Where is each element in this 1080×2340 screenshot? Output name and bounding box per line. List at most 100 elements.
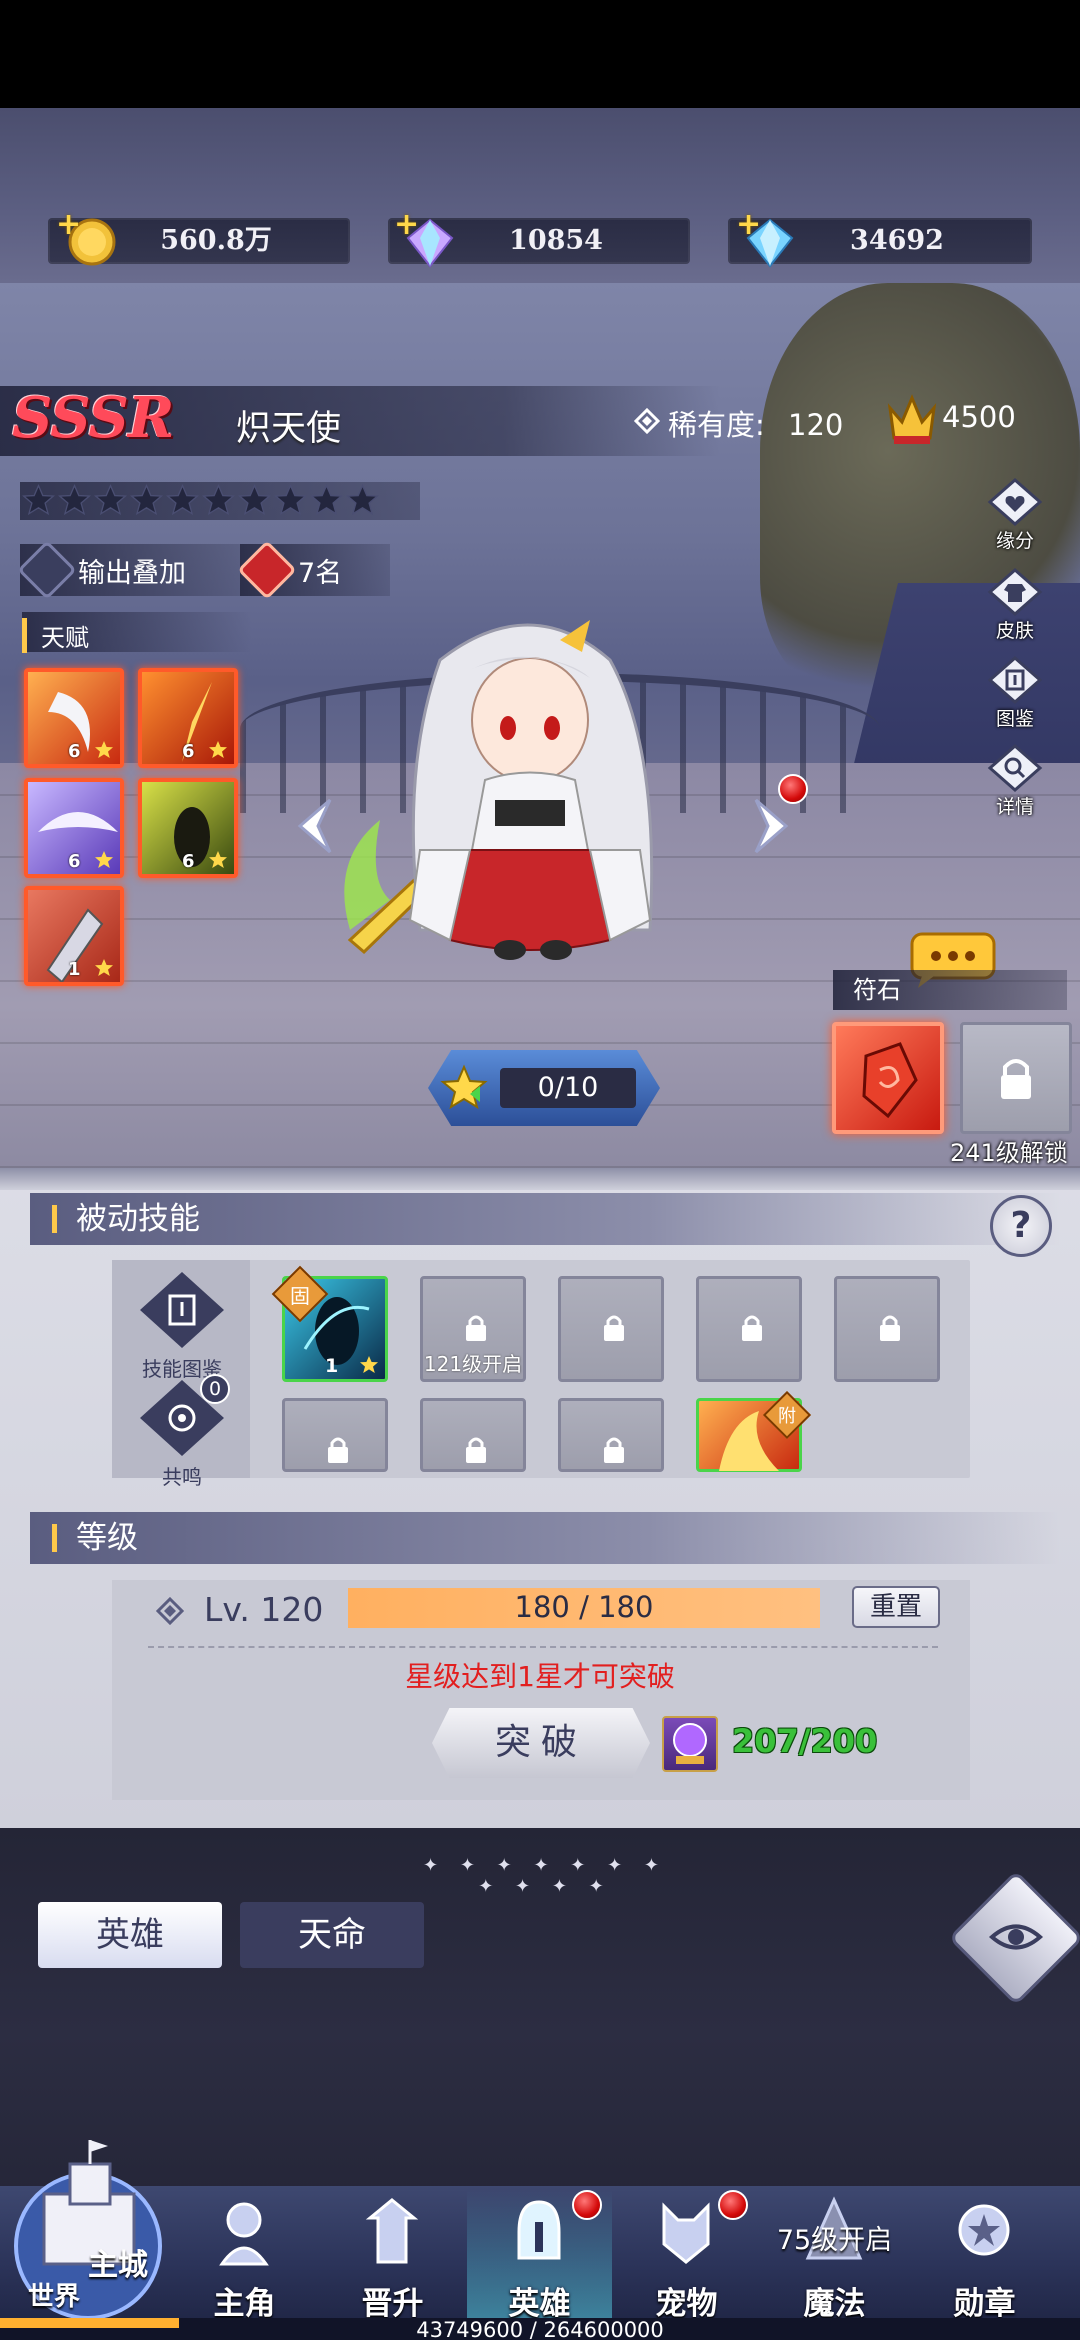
skill-codex-button[interactable]: 技能图鉴 <box>132 1268 232 1382</box>
side-button-bond[interactable]: 缘分 <box>980 478 1050 552</box>
rune-slot-2[interactable] <box>960 1022 1072 1134</box>
level-diamond-icon <box>155 1596 185 1626</box>
level-exp-text: 180 / 180 <box>514 1590 654 1624</box>
talent-slot-2[interactable]: 6 <box>138 668 238 768</box>
crown-value: 4500 <box>942 400 1016 434</box>
rating-star-icon <box>274 484 307 516</box>
main-city-label: 主城 <box>88 2248 148 2283</box>
panel-edge <box>0 1168 1080 1190</box>
rarity-label: 稀有度: 120 <box>668 402 843 444</box>
passive-slot-1-level: 1 <box>325 1355 339 1377</box>
status-bar <box>0 0 1080 108</box>
talent-slot-3[interactable]: 6 <box>24 778 124 878</box>
rune-slot-1[interactable] <box>832 1022 944 1134</box>
breakthrough-warning: 星级达到1星才可突破 <box>405 1660 675 1693</box>
rating-star-icon <box>130 484 163 516</box>
next-hero-notification-dot <box>778 774 808 804</box>
protagonist-icon <box>219 2202 269 2266</box>
talent-header: 天赋 <box>22 612 252 653</box>
side-button-skin-label: 皮肤 <box>995 620 1034 642</box>
swords-icon <box>17 540 77 600</box>
talent-4-star-icon <box>209 851 227 868</box>
talent-1-star-icon <box>95 741 113 758</box>
passive-slot-5[interactable] <box>834 1276 940 1382</box>
passive-slot-8[interactable] <box>558 1398 664 1472</box>
nav-pet-label: 宠物 <box>655 2286 718 2322</box>
talent-slot-1[interactable]: 6 <box>24 668 124 768</box>
crown-icon <box>886 392 938 448</box>
tag-rank[interactable]: 7名 <box>237 540 390 600</box>
lock-icon <box>604 1437 624 1463</box>
hero-name: 炽天使 <box>236 409 342 449</box>
lock-icon <box>1001 1059 1031 1099</box>
hero-character[interactable] <box>320 600 760 990</box>
nav-magic-label: 魔法 <box>803 2286 866 2322</box>
nav-protagonist[interactable]: 主角 <box>172 2190 317 2330</box>
nav-pet-notification-dot <box>718 2190 748 2220</box>
previous-hero-arrow[interactable] <box>290 796 340 856</box>
medal-icon <box>958 2204 1010 2256</box>
talent-title: 天赋 <box>22 618 252 653</box>
side-button-details[interactable]: 详情 <box>980 744 1050 818</box>
passive-skills-header: 被动技能 <box>30 1193 1060 1245</box>
lock-icon <box>328 1437 348 1463</box>
nav-medal-label: 勋章 <box>953 2286 1016 2322</box>
rarity-label-text: 稀有度: <box>668 408 765 442</box>
nav-protagonist-label: 主角 <box>213 2286 276 2322</box>
rating-star-icon <box>94 484 127 516</box>
lock-icon <box>742 1315 762 1341</box>
add-gold-button[interactable]: + <box>56 210 81 240</box>
red-rune-icon <box>862 1042 918 1119</box>
nav-promotion[interactable]: 晋升 <box>320 2190 465 2330</box>
passive-slot-3[interactable] <box>558 1276 664 1382</box>
skill-book-icon <box>140 1272 224 1348</box>
attach-tag-text: 附 <box>778 1406 796 1427</box>
world-label: 世界 <box>28 2282 81 2312</box>
level-header: 等级 <box>30 1512 1060 1564</box>
talent-3-star-icon <box>95 851 113 868</box>
rating-star-icon <box>310 484 343 516</box>
nav-hero-notification-dot <box>572 2190 602 2220</box>
talent-3-level: 6 <box>68 851 81 872</box>
talent-slot-5[interactable]: 1 <box>24 886 124 986</box>
talent-4-level: 6 <box>182 851 195 872</box>
side-button-codex[interactable]: 图鉴 <box>980 656 1050 730</box>
outfit-icon <box>987 568 1043 616</box>
tab-hero[interactable]: 英雄 <box>38 1902 222 1968</box>
add-gem-button[interactable]: + <box>394 210 419 240</box>
nav-magic[interactable]: 魔法 <box>762 2190 907 2330</box>
star-rating <box>20 482 420 520</box>
rating-star-icon <box>202 484 235 516</box>
decorative-divider: ✦ ✦ ✦ ✦ ✦ ✦ ✦ ✦ ✦ ✦ ✦ <box>423 1855 667 1897</box>
rating-star-icon <box>58 484 91 516</box>
rating-star-icon <box>22 484 55 516</box>
talent-2-level: 6 <box>182 741 195 762</box>
add-diamond-button[interactable]: + <box>736 210 761 240</box>
passive-slot-2[interactable]: 121级开启 <box>420 1276 526 1382</box>
passive-slot-1-star-icon <box>360 1356 378 1373</box>
rarity-value: 120 <box>788 408 844 442</box>
rating-star-icon <box>166 484 199 516</box>
rune-unlock-label: 241级解锁 <box>950 1139 1068 1167</box>
account-exp-text: 43749600 / 264600000 <box>416 2318 664 2340</box>
help-button[interactable]: ? <box>990 1195 1052 1257</box>
fixed-tag-text: 固 <box>290 1284 310 1308</box>
passive-slot-6[interactable] <box>282 1398 388 1472</box>
passive-slot-4[interactable] <box>696 1276 802 1382</box>
side-button-codex-label: 图鉴 <box>995 708 1034 730</box>
side-button-skin[interactable]: 皮肤 <box>980 568 1050 642</box>
breakthrough-button[interactable]: 突破 <box>432 1708 650 1778</box>
passive-slot-7[interactable] <box>420 1398 526 1472</box>
nav-promotion-label: 晋升 <box>361 2286 424 2322</box>
next-hero-arrow[interactable] <box>746 796 796 856</box>
purple-orb-icon <box>662 1716 718 1772</box>
talent-2-star-icon <box>209 741 227 758</box>
talent-slot-4[interactable]: 6 <box>138 778 238 878</box>
tag-output-stack[interactable]: 输出叠加 <box>17 540 240 600</box>
tab-destiny[interactable]: 天命 <box>240 1902 424 1968</box>
nav-hero-label: 英雄 <box>508 2286 571 2322</box>
reset-button[interactable]: 重置 <box>852 1586 940 1628</box>
pet-icon <box>662 2202 710 2264</box>
nav-medal[interactable]: 勋章 <box>912 2190 1057 2330</box>
side-button-bond-label: 缘分 <box>995 530 1034 552</box>
